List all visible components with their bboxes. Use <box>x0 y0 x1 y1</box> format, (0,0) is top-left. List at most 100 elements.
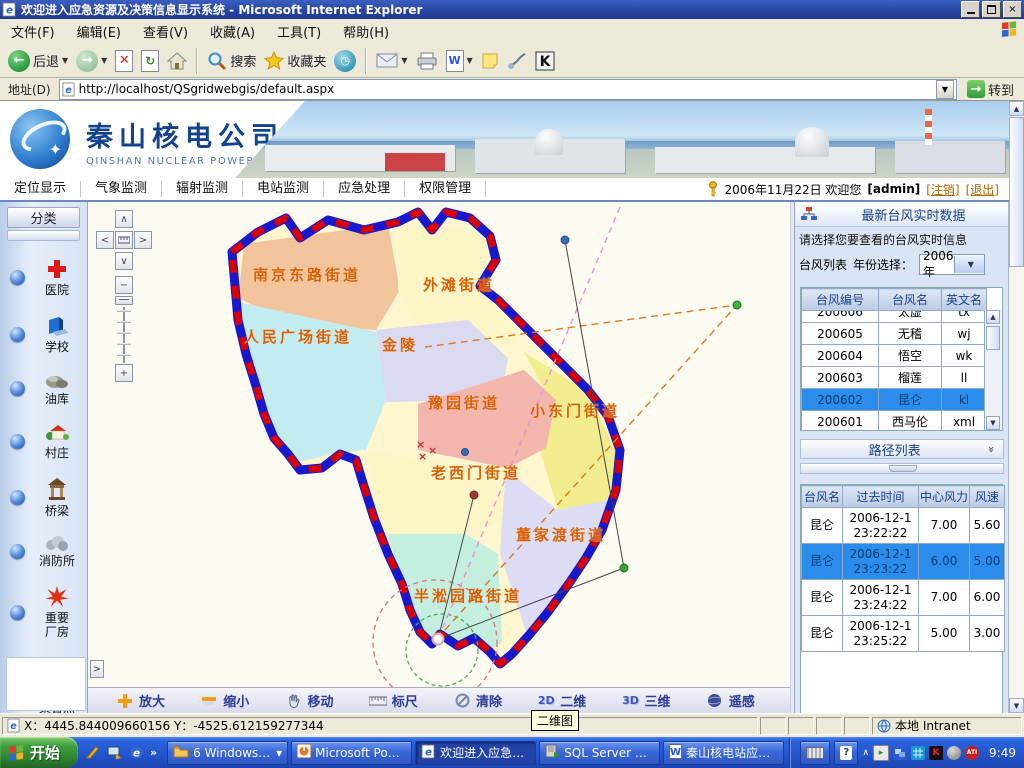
messenger-button[interactable] <box>503 50 531 72</box>
minimize-button[interactable] <box>961 1 980 18</box>
quick-launch-overflow-icon[interactable]: » <box>150 746 157 759</box>
typhoon-row[interactable]: 200602昆仑kl <box>802 389 987 411</box>
mail-button[interactable]: ▼ <box>372 51 411 70</box>
taskbar-button-powerpoint[interactable]: Microsoft PowerP... <box>291 741 412 765</box>
edit-word-button[interactable]: W▼ <box>442 48 477 74</box>
nav-tab-permission-management[interactable]: 权限管理 <box>405 181 486 197</box>
map-tool-zoom-out[interactable]: 缩小 <box>200 691 284 710</box>
sidebar-expand-button[interactable]: > <box>90 660 104 678</box>
map-tool-clear[interactable]: 清除 <box>453 691 537 710</box>
page-scroll-up-icon[interactable]: ▲ <box>1009 101 1024 116</box>
collapse-chevron-icon[interactable]: » <box>985 446 998 453</box>
close-button[interactable]: × <box>1003 1 1022 18</box>
horizontal-splitter[interactable] <box>800 463 1004 474</box>
exit-link[interactable]: [退出] <box>966 181 999 198</box>
sidebar-item-hospital[interactable]: 医院 <box>10 258 87 297</box>
map-tool-2d[interactable]: 2D二维 <box>537 691 621 710</box>
notes-button[interactable] <box>477 50 503 72</box>
zoom-out-button[interactable]: − <box>115 276 133 294</box>
address-dropdown-button[interactable]: ▼ <box>936 80 954 99</box>
tray-sql-icon[interactable]: ▸ <box>873 745 889 761</box>
tray-antivirus-icon[interactable]: K <box>929 746 943 760</box>
menu-item-tools[interactable]: 工具(T) <box>266 22 332 41</box>
menu-item-favorites[interactable]: 收藏(A) <box>199 22 266 41</box>
sidebar-item-fire-station[interactable]: 消防所 <box>10 535 87 568</box>
menu-item-view[interactable]: 查看(V) <box>132 22 199 41</box>
group-dropdown-icon[interactable]: ▾ <box>276 746 282 760</box>
detail-row[interactable]: 昆仑2006-12-123:23:226.005.00 <box>802 544 1005 580</box>
pan-down-button[interactable]: ∨ <box>115 252 133 270</box>
scroll-thumb[interactable] <box>986 326 1000 350</box>
map-tool-ruler[interactable]: 标尺 <box>369 691 453 710</box>
pan-left-button[interactable]: < <box>96 231 114 249</box>
nav-tab-location-display[interactable]: 定位显示 <box>0 181 81 197</box>
quick-launch-pen-icon[interactable] <box>84 744 101 761</box>
back-button[interactable]: ←后退▼ <box>4 48 72 74</box>
sidebar-item-important-plant[interactable]: 重要 厂房 <box>10 585 87 639</box>
pan-up-button[interactable]: ∧ <box>115 210 133 228</box>
nav-tab-emergency-handling[interactable]: 应急处理 <box>324 181 405 197</box>
typhoon-row[interactable]: 200605无稽wj <box>802 323 987 345</box>
quick-launch-ie-icon[interactable]: e <box>128 744 145 761</box>
menu-item-edit[interactable]: 编辑(E) <box>66 22 132 41</box>
restore-button[interactable] <box>982 1 1001 18</box>
nav-tab-weather-monitor[interactable]: 气象监测 <box>81 181 162 197</box>
page-scrollbar[interactable]: ▲ ▼ <box>1009 101 1024 713</box>
detail-row[interactable]: 昆仑2006-12-123:25:225.003.00 <box>802 616 1005 652</box>
menu-item-file[interactable]: 文件(F) <box>0 22 66 41</box>
sidebar-item-bridge[interactable]: 桥梁 <box>10 477 87 518</box>
pan-right-button[interactable]: > <box>134 231 152 249</box>
typhoon-row[interactable]: 200601西马伦xml <box>802 411 987 431</box>
year-select-arrow-icon[interactable]: ▼ <box>954 256 984 273</box>
taskbar-button-ie[interactable]: e欢迎进入应急资... <box>415 741 536 765</box>
k-logo-button[interactable]: K <box>531 49 559 73</box>
show-desktop-icon[interactable] <box>106 744 123 761</box>
forward-button[interactable]: →▼ <box>72 48 111 74</box>
home-button[interactable] <box>163 50 191 72</box>
sidebar-item-school[interactable]: 学校 <box>10 314 87 354</box>
zoom-slider-handle[interactable] <box>115 296 133 305</box>
nav-tab-radiation-monitor[interactable]: 辐射监测 <box>162 181 243 197</box>
tray-grid-icon[interactable] <box>911 746 925 760</box>
tray-network-icon[interactable] <box>893 746 907 760</box>
page-scroll-down-icon[interactable]: ▼ <box>1009 698 1024 713</box>
history-button[interactable]: ◷ <box>330 48 360 74</box>
tray-collapse-chevron-icon[interactable]: ∧ <box>862 748 869 758</box>
back-dropdown-icon[interactable]: ▼ <box>62 56 68 65</box>
search-button[interactable]: 搜索 <box>203 49 260 73</box>
menu-item-help[interactable]: 帮助(H) <box>332 22 400 41</box>
print-button[interactable] <box>412 50 442 72</box>
typhoon-row[interactable]: 200604悟空wk <box>802 345 987 367</box>
map-tool-3d[interactable]: 3D三维 <box>622 691 706 710</box>
category-header[interactable]: 分类 <box>7 207 80 228</box>
path-list-header[interactable]: 路径列表 » <box>800 439 1004 459</box>
start-button[interactable]: 开始 <box>0 737 78 768</box>
sidebar-item-oil-depot[interactable]: 油库 <box>10 371 87 406</box>
address-input[interactable] <box>79 82 932 97</box>
go-button[interactable]: →转到 <box>961 79 1020 99</box>
typhoon-row[interactable]: 200603榴莲ll <box>802 367 987 389</box>
stop-button[interactable]: ✕ <box>111 48 137 74</box>
tray-volume-icon[interactable] <box>947 746 961 760</box>
sidebar-item-village[interactable]: 村庄 <box>10 423 87 460</box>
typhoon-table-scrollbar[interactable]: ▲ ▼ <box>984 310 1002 430</box>
scroll-down-icon[interactable]: ▼ <box>986 416 1000 430</box>
map-tool-remote-sensing[interactable]: 遥感 <box>706 691 790 710</box>
logout-link[interactable]: [注销] <box>926 181 959 198</box>
refresh-button[interactable]: ↻ <box>137 48 163 74</box>
taskbar-button-sql-server[interactable]: SQL Server 服务... <box>539 741 660 765</box>
keyboard-indicator-button[interactable] <box>800 741 830 765</box>
year-select[interactable]: 2006年 ▼ <box>919 254 985 275</box>
detail-row[interactable]: 昆仑2006-12-123:24:227.006.00 <box>802 580 1005 616</box>
mail-dropdown-icon[interactable]: ▼ <box>401 56 407 65</box>
map-tool-zoom-in[interactable]: 放大 <box>116 691 200 710</box>
edit-dropdown-icon[interactable]: ▼ <box>467 56 473 65</box>
scroll-up-icon[interactable]: ▲ <box>986 310 1000 324</box>
map-area[interactable]: ××× 南京东路街道外滩街道人民广场街道金陵豫园街道小东门街道老西门街道董家渡街… <box>88 202 790 713</box>
tray-ati-icon[interactable]: ATI <box>965 746 979 760</box>
map-tool-pan-hand[interactable]: 移动 <box>285 691 369 710</box>
zoom-in-button[interactable]: + <box>115 364 133 382</box>
taskbar-button-word[interactable]: W秦山核电站应急... <box>663 741 784 765</box>
favorites-button[interactable]: 收藏夹 <box>260 49 330 72</box>
nav-tab-station-monitor[interactable]: 电站监测 <box>243 181 324 197</box>
